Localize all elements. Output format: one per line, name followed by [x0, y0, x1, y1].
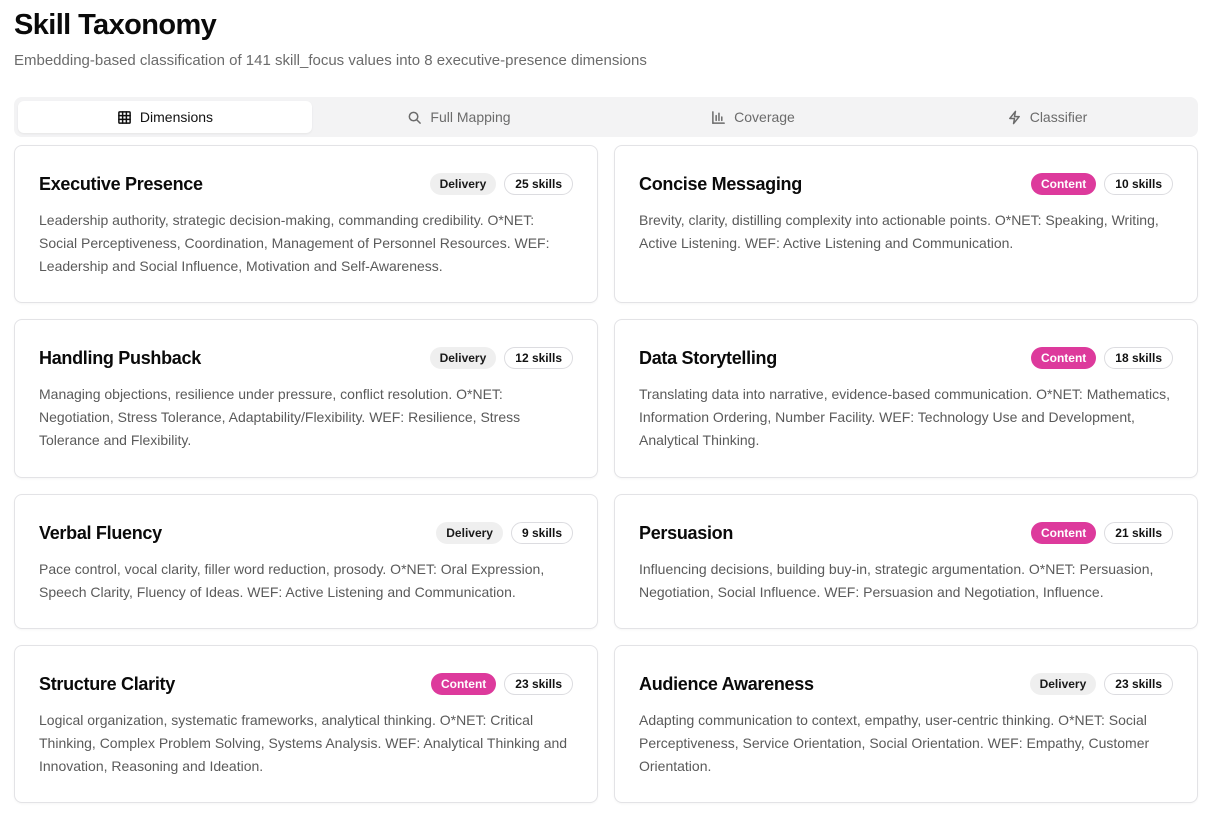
dimension-card: Executive Presence Delivery 25 skills Le…	[14, 145, 598, 303]
page-title: Skill Taxonomy	[14, 9, 217, 41]
skill-count-badge: 18 skills	[1104, 347, 1173, 369]
tab-coverage[interactable]: Coverage	[606, 101, 900, 133]
dimension-title: Data Storytelling	[639, 347, 777, 368]
skill-count-badge: 25 skills	[504, 173, 573, 195]
dimension-title: Structure Clarity	[39, 673, 175, 694]
dimension-card: Data Storytelling Content 18 skills Tran…	[614, 319, 1198, 478]
tab-label: Coverage	[734, 109, 795, 125]
bar-chart-icon	[712, 110, 726, 124]
dimension-card: Audience Awareness Delivery 23 skills Ad…	[614, 645, 1198, 803]
dimension-grid: Executive Presence Delivery 25 skills Le…	[14, 145, 1198, 803]
dimension-title: Persuasion	[639, 522, 734, 543]
skill-count-badge: 10 skills	[1104, 173, 1173, 195]
skill-count-badge: 23 skills	[1104, 673, 1173, 695]
skill-count-badge: 12 skills	[504, 347, 573, 369]
skill-count-badge: 23 skills	[504, 673, 573, 695]
page-subtitle: Embedding-based classification of 141 sk…	[14, 52, 647, 69]
tab-full-mapping[interactable]: Full Mapping	[312, 101, 606, 133]
dimension-description: Managing objections, resilience under pr…	[39, 386, 521, 448]
tab-label: Full Mapping	[430, 109, 511, 125]
skill-count-badge: 21 skills	[1104, 522, 1173, 544]
type-badge: Content	[1030, 347, 1097, 369]
tab-dimensions[interactable]: Dimensions	[18, 101, 312, 133]
type-badge: Content	[1030, 522, 1097, 544]
dimension-card: Persuasion Content 21 skills Influencing…	[614, 494, 1198, 629]
search-icon	[409, 111, 422, 124]
type-badge: Delivery	[429, 173, 497, 195]
dimension-card: Structure Clarity Content 23 skills Logi…	[14, 645, 598, 803]
dimension-card: Handling Pushback Delivery 12 skills Man…	[14, 319, 598, 478]
dimension-description: Leadership authority, strategic decision…	[39, 212, 550, 274]
dimension-description: Brevity, clarity, distilling complexity …	[639, 212, 1159, 251]
type-badge: Delivery	[1029, 673, 1097, 695]
dimension-card: Concise Messaging Content 10 skills Brev…	[614, 145, 1198, 303]
type-badge: Content	[430, 673, 497, 695]
dimension-title: Handling Pushback	[39, 347, 201, 368]
lightning-icon	[1008, 110, 1020, 124]
type-badge: Content	[1030, 173, 1097, 195]
dimension-title: Verbal Fluency	[39, 522, 162, 543]
tab-label: Dimensions	[139, 109, 214, 125]
dimension-title: Executive Presence	[39, 173, 203, 194]
dimension-card: Verbal Fluency Delivery 9 skills Pace co…	[14, 494, 598, 629]
tab-bar: Dimensions Full Mapping Coverage Classif…	[14, 97, 1198, 137]
dimension-description: Adapting communication to context, empat…	[639, 712, 1150, 774]
type-badge: Delivery	[436, 522, 503, 544]
dimension-description: Pace control, vocal clarity, filler word…	[39, 561, 545, 600]
dimension-description: Influencing decisions, building buy-in, …	[639, 561, 1154, 600]
type-badge: Delivery	[429, 347, 497, 369]
dimension-title: Concise Messaging	[639, 173, 802, 194]
page: Skill Taxonomy Embedding-based classific…	[0, 0, 1217, 822]
tab-label: Classifier	[1029, 109, 1088, 125]
table-icon	[118, 110, 131, 124]
dimension-title: Audience Awareness	[639, 673, 814, 694]
dimension-description: Translating data into narrative, evidenc…	[639, 386, 1170, 448]
skill-count-badge: 9 skills	[510, 522, 573, 544]
tab-classifier[interactable]: Classifier	[900, 101, 1194, 133]
dimension-description: Logical organization, systematic framewo…	[39, 712, 568, 774]
